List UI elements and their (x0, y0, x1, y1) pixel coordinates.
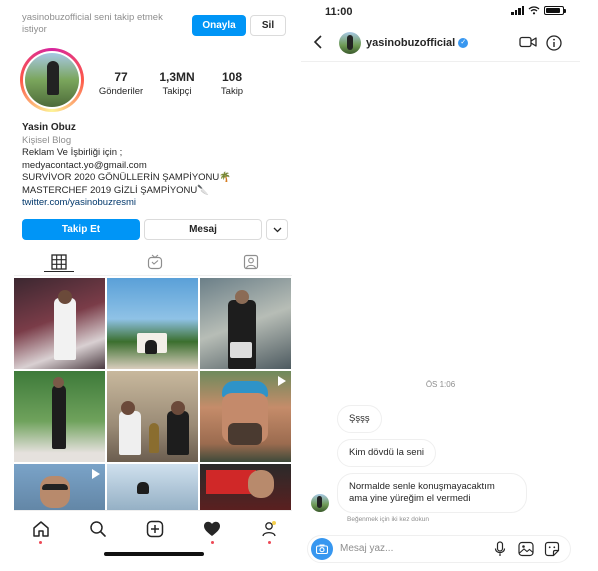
home-icon (33, 521, 49, 537)
delete-request-button[interactable]: Sil (250, 15, 286, 36)
camera-icon (316, 544, 328, 554)
profile-panel: yasinobuzofficial seni takip etmek istiy… (14, 0, 292, 571)
tagged-icon (243, 254, 259, 270)
dm-username-text: yasinobuzofficial (366, 37, 456, 49)
info-icon (546, 35, 562, 51)
stat-followers[interactable]: 1,3MN Takipçi (154, 70, 200, 97)
post-thumbnail[interactable] (107, 464, 198, 510)
message-bubble[interactable]: Kim dövdü la seni (337, 439, 436, 467)
notification-dot (211, 541, 214, 544)
verified-badge-icon: ✓ (458, 38, 469, 49)
stat-posts-label: Gönderiler (98, 86, 144, 97)
bio-line: medyacontact.yo@gmail.com (22, 159, 147, 171)
stat-posts[interactable]: 77 Gönderiler (96, 70, 146, 97)
profile-name: Yasin Obuz (22, 122, 76, 133)
bio-line: Reklam Ve İşbirliği için ; (22, 147, 123, 158)
wifi-icon (528, 6, 540, 15)
igtv-icon (147, 254, 163, 270)
status-time: 11:00 (325, 6, 353, 18)
chevron-down-icon (273, 227, 281, 232)
dm-panel: 11:00 yasinobuzofficial ✓ ÖS 1:06 Şşşş K… (301, 0, 580, 571)
nav-home[interactable] (31, 519, 51, 539)
search-icon (90, 521, 106, 537)
video-icon (92, 469, 100, 479)
accept-request-button[interactable]: Onayla (192, 15, 246, 36)
bio-line: MASTERCHEF 2019 GİZLİ ŞAMPİYONU🔪 (22, 184, 210, 196)
post-thumbnail[interactable] (107, 278, 198, 369)
message-bubble[interactable]: Şşşş (337, 405, 382, 433)
profile-link[interactable]: twitter.com/yasinobuzresmi (22, 197, 288, 210)
bio-line: SURVİVOR 2020 GÖNÜLLERİN ŞAMPİYONU🌴 (22, 172, 232, 183)
profile-category: Kişisel Blog (22, 134, 72, 146)
stat-followers-label: Takipçi (162, 86, 192, 97)
stat-following-label: Takip (220, 86, 244, 97)
post-thumbnail[interactable] (200, 464, 291, 510)
message-input[interactable]: Mesaj yaz... (340, 543, 393, 554)
camera-button[interactable] (311, 538, 333, 560)
bottom-navigation (14, 510, 292, 556)
video-icon (278, 376, 286, 386)
sticker-icon (544, 541, 560, 557)
message-button[interactable]: Mesaj (144, 219, 262, 240)
dm-username[interactable]: yasinobuzofficial ✓ (366, 37, 469, 49)
posts-grid (14, 278, 292, 510)
heart-icon (204, 521, 220, 536)
stat-posts-value: 77 (114, 70, 128, 84)
status-icons (511, 6, 566, 15)
notification-dot (39, 541, 42, 544)
info-button[interactable] (546, 35, 562, 54)
stat-following-value: 108 (221, 70, 243, 84)
follow-button[interactable]: Takip Et (22, 219, 140, 240)
image-icon (518, 541, 534, 557)
suggested-dropdown-button[interactable] (266, 219, 288, 240)
nav-search[interactable] (88, 519, 108, 539)
profile-tabs (14, 248, 292, 276)
message-composer: Mesaj yaz... (307, 535, 571, 563)
post-thumbnail[interactable] (200, 371, 291, 462)
stat-followers-value: 1,3MN (159, 70, 195, 84)
follow-request-text: yasinobuzofficial seni takip etmek istiy… (22, 12, 163, 35)
sticker-button[interactable] (544, 541, 560, 560)
react-hint: Beğenmek için iki kez dokun (347, 516, 430, 523)
nav-activity[interactable] (202, 519, 222, 539)
video-call-button[interactable] (519, 35, 537, 52)
tab-posts-grid[interactable] (44, 252, 74, 272)
profile-avatar[interactable] (20, 48, 84, 112)
post-thumbnail[interactable] (14, 278, 105, 369)
post-thumbnail[interactable] (14, 464, 105, 510)
microphone-icon (494, 541, 506, 556)
dm-header: yasinobuzofficial ✓ (301, 28, 580, 62)
sender-avatar[interactable] (311, 494, 329, 512)
stat-following[interactable]: 108 Takip (214, 70, 250, 97)
battery-icon (544, 6, 566, 15)
add-post-icon (146, 520, 164, 538)
signal-icon (511, 6, 524, 15)
message-timestamp: ÖS 1:06 (425, 380, 456, 389)
dm-avatar[interactable] (339, 32, 361, 54)
grid-icon (51, 253, 67, 270)
voice-message-button[interactable] (494, 541, 506, 560)
post-thumbnail[interactable] (107, 371, 198, 462)
profile-bio: Yasin Obuz Kişisel Blog Reklam Ve İşbirl… (22, 122, 288, 210)
nav-profile[interactable] (259, 519, 279, 539)
tab-igtv[interactable] (140, 252, 170, 272)
nav-add-post[interactable] (145, 519, 165, 539)
gallery-button[interactable] (518, 541, 534, 560)
post-thumbnail[interactable] (14, 371, 105, 462)
post-thumbnail[interactable] (200, 278, 291, 369)
tab-tagged[interactable] (236, 252, 266, 272)
video-camera-icon (519, 36, 537, 48)
notification-dot (268, 541, 271, 544)
home-indicator (104, 552, 204, 556)
chevron-left-icon (313, 35, 322, 49)
profile-icon (262, 521, 276, 537)
back-button[interactable] (313, 34, 323, 53)
message-bubble[interactable]: Normalde senle konuşmayacaktım ama yine … (337, 473, 527, 513)
